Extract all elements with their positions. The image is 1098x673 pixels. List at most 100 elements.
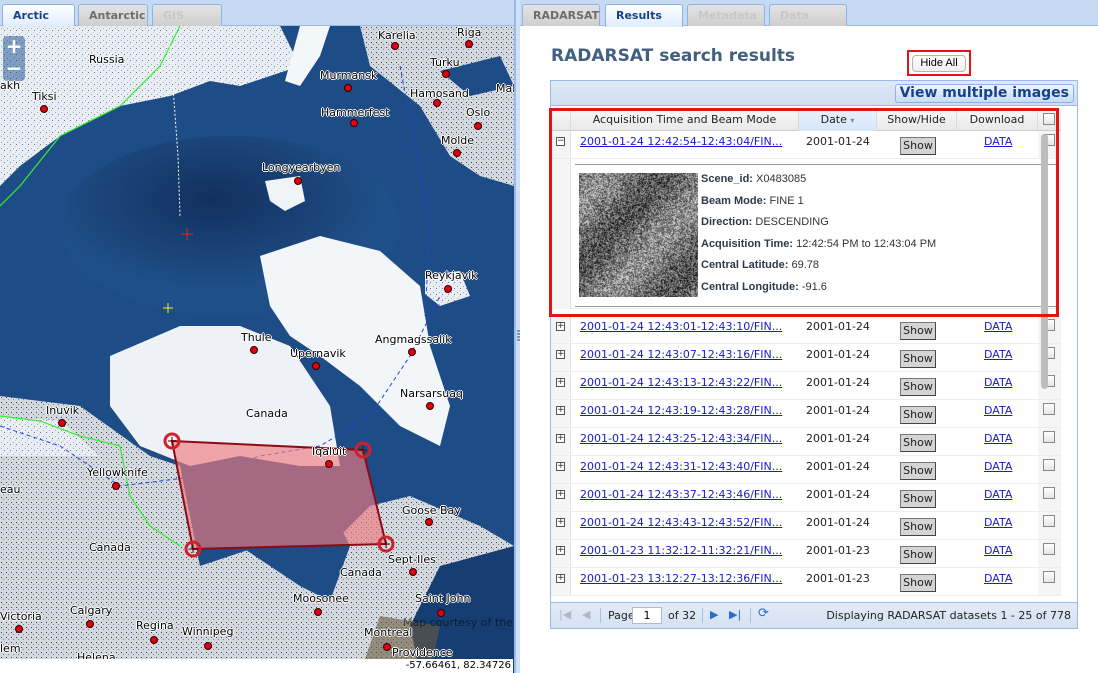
data-download-link[interactable]: DATA xyxy=(984,376,1012,389)
table-row[interactable]: − 2001-01-24 12:42:54-12:43:04/FIN... 2001… xyxy=(551,131,1061,159)
grid-body: − 2001-01-24 12:42:54-12:43:04/FIN... 2001… xyxy=(551,131,1061,601)
zoom-out-button[interactable]: − xyxy=(3,58,25,80)
data-download-link[interactable]: DATA xyxy=(984,544,1012,557)
header-show-hide[interactable]: Show/Hide xyxy=(877,109,957,131)
date-cell: 2001-01-24 xyxy=(806,376,870,389)
meta-central-latitude: Central Latitude: 69.78 xyxy=(701,259,819,271)
next-page-icon[interactable]: ▶ xyxy=(710,608,718,621)
city-marker xyxy=(15,625,23,633)
acquisition-link[interactable]: 2001-01-24 12:43:13-12:43:22/FIN... xyxy=(580,376,782,389)
acquisition-link[interactable]: 2001-01-24 12:43:43-12:43:52/FIN... xyxy=(580,516,782,529)
selection-polygon[interactable] xyxy=(170,439,388,551)
acquisition-link[interactable]: 2001-01-23 13:12:27-13:12:36/FIN... xyxy=(580,572,782,585)
expand-icon[interactable]: + xyxy=(556,350,565,359)
scrollbar-thumb[interactable] xyxy=(1041,134,1048,389)
data-download-link[interactable]: DATA xyxy=(984,348,1012,361)
expander-cell: + xyxy=(551,400,571,427)
data-download-link[interactable]: DATA xyxy=(984,135,1012,148)
expand-icon[interactable]: + xyxy=(556,378,565,387)
zoom-in-button[interactable]: + xyxy=(3,36,25,58)
header-acquisition[interactable]: Acquisition Time and Beam Mode xyxy=(571,109,799,131)
city-marker xyxy=(58,419,66,427)
city-marker xyxy=(250,346,258,354)
acquisition-link[interactable]: 2001-01-24 12:43:07-12:43:16/FIN... xyxy=(580,348,782,361)
expander-cell: + xyxy=(551,568,571,595)
refresh-icon[interactable]: ⟳ xyxy=(758,606,769,621)
show-button[interactable]: Show xyxy=(900,406,936,424)
table-row[interactable]: +2001-01-24 12:43:43-12:43:52/FIN... 2001… xyxy=(551,512,1061,540)
hide-all-button[interactable]: Hide All xyxy=(912,55,966,72)
map-label: lem xyxy=(0,642,21,655)
date-cell: 2001-01-24 xyxy=(806,432,870,445)
table-row[interactable]: +2001-01-24 12:43:01-12:43:10/FIN... 2001… xyxy=(551,316,1061,344)
map-label: Providence xyxy=(392,646,453,659)
grid-scrollbar[interactable] xyxy=(1039,128,1051,598)
show-button[interactable]: Show xyxy=(900,322,936,340)
table-row[interactable]: +2001-01-24 12:43:31-12:43:40/FIN... 2001… xyxy=(551,456,1061,484)
show-button[interactable]: Show xyxy=(900,518,936,536)
show-button[interactable]: Show xyxy=(900,378,936,396)
table-row[interactable]: +2001-01-24 12:43:37-12:43:46/FIN... 2001… xyxy=(551,484,1061,512)
show-button[interactable]: Show xyxy=(900,434,936,452)
show-button[interactable]: Show xyxy=(900,546,936,564)
table-row[interactable]: +2001-01-24 12:43:07-12:43:16/FIN... 2001… xyxy=(551,344,1061,372)
acquisition-link[interactable]: 2001-01-23 11:32:12-11:32:21/FIN... xyxy=(580,544,782,557)
header-date[interactable]: Date ▾ xyxy=(799,109,877,131)
first-page-icon[interactable]: |◀ xyxy=(559,608,571,621)
show-button[interactable]: Show xyxy=(900,350,936,368)
show-button[interactable]: Show xyxy=(900,137,936,155)
hide-all-highlight: Hide All xyxy=(907,50,971,76)
table-row[interactable]: +2001-01-24 12:43:25-12:43:34/FIN... 2001… xyxy=(551,428,1061,456)
data-download-link[interactable]: DATA xyxy=(984,572,1012,585)
expand-icon[interactable]: + xyxy=(556,406,565,415)
data-download-link[interactable]: DATA xyxy=(984,404,1012,417)
table-row[interactable]: +2001-01-24 12:43:19-12:43:28/FIN... 2001… xyxy=(551,400,1061,428)
tab-arctic[interactable]: Arctic xyxy=(2,4,75,27)
table-row[interactable]: +2001-01-23 13:12:27-13:12:36/FIN... 2001… xyxy=(551,568,1061,596)
expand-icon[interactable]: + xyxy=(556,322,565,331)
city-marker xyxy=(325,460,333,468)
acquisition-link[interactable]: 2001-01-24 12:43:31-12:43:40/FIN... xyxy=(580,460,782,473)
expand-icon[interactable]: + xyxy=(556,462,565,471)
data-download-link[interactable]: DATA xyxy=(984,460,1012,473)
map-label: Upernavik xyxy=(290,347,346,360)
tab-results[interactable]: Results xyxy=(605,4,683,27)
collapse-icon[interactable]: − xyxy=(556,137,565,146)
header-download[interactable]: Download xyxy=(957,109,1038,131)
acquisition-link[interactable]: 2001-01-24 12:43:37-12:43:46/FIN... xyxy=(580,488,782,501)
expand-icon[interactable]: + xyxy=(556,546,565,555)
date-cell: 2001-01-23 xyxy=(806,572,870,585)
map-label: Longyearbyen xyxy=(262,161,341,174)
tab-antarctic[interactable]: Antarctic xyxy=(78,4,148,26)
arctic-map[interactable]: + − Russia Tiksi akh Karelia Riga Murman… xyxy=(0,26,514,673)
select-all-checkbox[interactable] xyxy=(1043,113,1055,125)
show-button[interactable]: Show xyxy=(900,574,936,592)
map-label: Canada xyxy=(246,407,288,420)
expand-icon[interactable]: + xyxy=(556,434,565,443)
tab-radarsat[interactable]: RADARSAT xyxy=(522,4,600,26)
acquisition-link[interactable]: 2001-01-24 12:43:19-12:43:28/FIN... xyxy=(580,404,782,417)
acquisition-link[interactable]: 2001-01-24 12:42:54-12:43:04/FIN... xyxy=(580,135,782,148)
data-download-link[interactable]: DATA xyxy=(984,488,1012,501)
date-cell: 2001-01-24 xyxy=(806,404,870,417)
view-multiple-images-button[interactable]: View multiple images xyxy=(894,84,1074,103)
expand-icon[interactable]: + xyxy=(556,518,565,527)
show-button[interactable]: Show xyxy=(900,462,936,480)
app-root: Arctic Antarctic GIS + − Russia Tiksi ak… xyxy=(0,0,1098,673)
map-label: Turku xyxy=(430,56,460,69)
data-download-link[interactable]: DATA xyxy=(984,516,1012,529)
acquisition-link[interactable]: 2001-01-24 12:43:01-12:43:10/FIN... xyxy=(580,320,782,333)
data-download-link[interactable]: DATA xyxy=(984,432,1012,445)
show-button[interactable]: Show xyxy=(900,490,936,508)
page-number-input[interactable] xyxy=(632,607,662,624)
expand-icon[interactable]: + xyxy=(556,490,565,499)
expand-icon[interactable]: + xyxy=(556,574,565,583)
table-row[interactable]: +2001-01-23 11:32:12-11:32:21/FIN... 2001… xyxy=(551,540,1061,568)
data-download-link[interactable]: DATA xyxy=(984,320,1012,333)
prev-page-icon[interactable]: ◀ xyxy=(582,608,590,621)
map-label: Mal xyxy=(496,82,514,95)
last-page-icon[interactable]: ▶| xyxy=(729,608,741,621)
table-row[interactable]: +2001-01-24 12:43:13-12:43:22/FIN... 2001… xyxy=(551,372,1061,400)
acquisition-link[interactable]: 2001-01-24 12:43:25-12:43:34/FIN... xyxy=(580,432,782,445)
page-label: Page xyxy=(608,609,635,622)
